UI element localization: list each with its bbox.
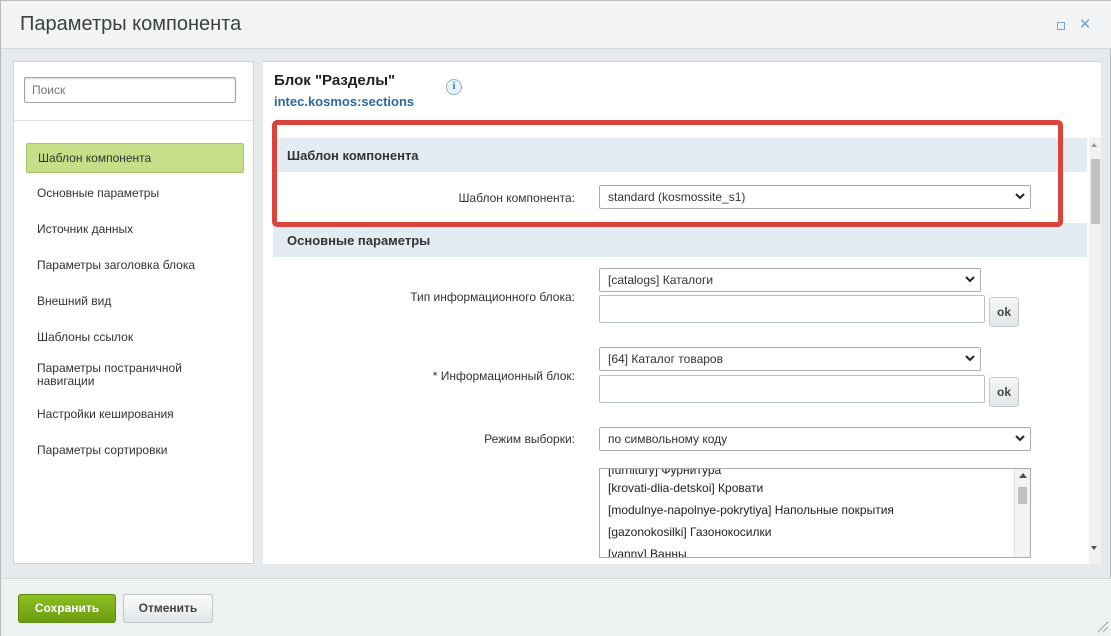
main-scrollbar[interactable]: [1089, 137, 1101, 564]
sidebar-item-main-params[interactable]: Основные параметры: [26, 178, 244, 208]
dialog-title: Параметры компонента: [20, 13, 242, 35]
divider: [14, 120, 253, 121]
list-item[interactable]: [gazonokosilki] Газонокосилки: [608, 525, 771, 539]
cancel-button[interactable]: Отменить: [123, 594, 213, 623]
save-button[interactable]: Сохранить: [18, 594, 116, 623]
main-panel: Блок "Разделы" i intec.kosmos:sections Ш…: [263, 61, 1101, 564]
template-field-label: Шаблон компонента:: [458, 191, 575, 205]
iblock-type-select[interactable]: [catalogs] Каталоги: [599, 268, 981, 292]
sidebar-item-sorting[interactable]: Параметры сортировки: [26, 435, 244, 465]
component-params-dialog: Параметры компонента ✕ Шаблон компонента…: [0, 0, 1111, 636]
list-item[interactable]: [krovati-dlia-detskoi] Кровати: [608, 481, 763, 495]
iblock-select[interactable]: [64] Каталог товаров: [599, 347, 981, 371]
list-item[interactable]: [vanny] Ванны: [608, 547, 687, 557]
chevron-down-icon: [965, 355, 975, 362]
sidebar-item-appearance[interactable]: Внешний вид: [26, 286, 244, 316]
close-icon[interactable]: ✕: [1076, 16, 1094, 34]
dialog-footer: Сохранить Отменить: [1, 578, 1111, 636]
iblock-label: * Информационный блок:: [432, 369, 575, 383]
chevron-down-icon: [965, 276, 975, 283]
sidebar-search-input[interactable]: [24, 77, 236, 103]
iblock-input[interactable]: [599, 375, 985, 403]
scroll-down-icon[interactable]: [1091, 546, 1097, 550]
component-title: Блок "Разделы": [274, 72, 396, 89]
iblock-ok-button[interactable]: ok: [989, 377, 1019, 407]
iblock-select-value: [64] Каталог товаров: [608, 352, 723, 366]
sidebar-item-pagination[interactable]: Параметры постраничной навигации: [26, 360, 216, 390]
sidebar-item-url-templates[interactable]: Шаблоны ссылок: [26, 322, 244, 352]
sections-listbox[interactable]: [furnitury] Фурнитура [krovati-dlia-dets…: [599, 468, 1031, 558]
mode-select[interactable]: по символьному коду: [599, 427, 1031, 451]
iblock-type-select-value: [catalogs] Каталоги: [608, 273, 714, 287]
sidebar-item-data-source[interactable]: Источник данных: [26, 214, 244, 244]
resize-handle-icon[interactable]: [1095, 619, 1109, 633]
chevron-down-icon: [1015, 435, 1025, 442]
sidebar: Шаблон компонента Основные параметры Ист…: [13, 61, 254, 564]
list-item[interactable]: [modulnye-napolnye-pokrytiya] Напольные …: [608, 503, 894, 517]
maximize-icon[interactable]: [1052, 16, 1070, 34]
template-select-value: standard (kosmossite_s1): [608, 190, 746, 204]
scrollbar-thumb[interactable]: [1091, 159, 1100, 224]
listbox-scrollbar[interactable]: [1014, 469, 1030, 557]
params-scroll-area[interactable]: Шаблон компонента Шаблон компонента: sta…: [273, 127, 1087, 564]
iblock-type-ok-button[interactable]: ok: [989, 297, 1019, 327]
section-heading-main: Основные параметры: [273, 223, 1087, 257]
sidebar-item-template[interactable]: Шаблон компонента: [26, 143, 244, 173]
component-code: intec.kosmos:sections: [274, 94, 415, 109]
section-heading-template: Шаблон компонента: [273, 138, 1087, 172]
iblock-type-label: Тип информационного блока:: [410, 290, 575, 304]
mode-select-value: по символьному коду: [608, 432, 728, 446]
chevron-down-icon: [1015, 193, 1025, 200]
dialog-titlebar[interactable]: Параметры компонента ✕: [1, 1, 1111, 49]
list-item[interactable]: [furnitury] Фурнитура: [608, 469, 721, 477]
iblock-type-input[interactable]: [599, 295, 985, 323]
scroll-up-icon[interactable]: [1019, 473, 1027, 478]
scroll-up-icon[interactable]: [1091, 143, 1097, 147]
mode-label: Режим выборки:: [484, 432, 575, 446]
info-icon[interactable]: i: [446, 79, 462, 95]
scrollbar-thumb[interactable]: [1018, 487, 1027, 504]
sidebar-item-caching[interactable]: Настройки кеширования: [26, 399, 244, 429]
template-select[interactable]: standard (kosmossite_s1): [599, 185, 1031, 209]
sidebar-item-block-header[interactable]: Параметры заголовка блока: [26, 250, 244, 280]
